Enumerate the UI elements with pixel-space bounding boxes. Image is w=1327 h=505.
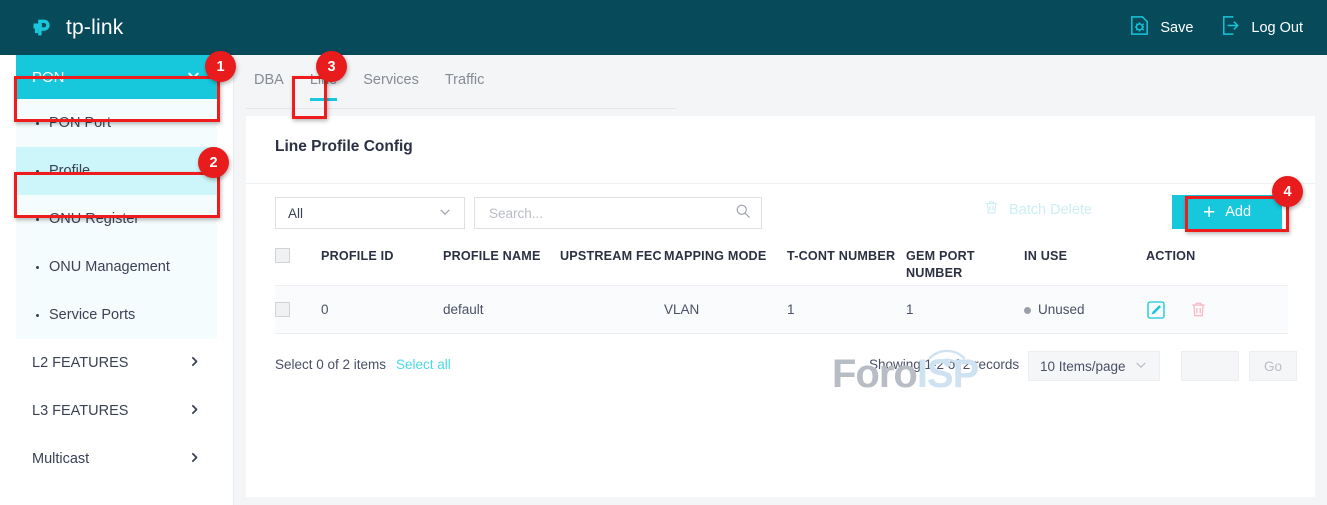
- header-actions: Save Log Out: [1128, 14, 1303, 42]
- page-size-select[interactable]: 10 Items/page: [1028, 351, 1160, 381]
- sidebar-submenu: PON Port Profile ONU Register ONU Manage…: [16, 99, 217, 339]
- column-header-profile-name: PROFILE NAME: [443, 248, 560, 265]
- sidebar-item-label: Profile: [49, 163, 90, 179]
- chevron-down-icon: [438, 205, 452, 222]
- content-card: Line Profile Config All: [246, 116, 1315, 497]
- sidebar-item-label: ONU Management: [49, 259, 170, 275]
- column-header-in-use: IN USE: [1024, 248, 1146, 265]
- app-root: tp-link Save: [0, 0, 1327, 505]
- status-dot-icon: [1024, 307, 1031, 314]
- sidebar-item-onu-management[interactable]: ONU Management: [16, 243, 217, 291]
- chevron-right-icon: [188, 355, 201, 372]
- plus-icon: +: [1203, 202, 1215, 223]
- status-badge: Unused: [1038, 302, 1085, 317]
- go-button[interactable]: Go: [1249, 351, 1297, 381]
- trash-icon: [983, 199, 1000, 220]
- logout-label: Log Out: [1251, 20, 1303, 36]
- bullet-icon: [36, 218, 39, 221]
- cell-in-use: Unused: [1024, 302, 1146, 317]
- table-header-row: PROFILE ID PROFILE NAME UPSTREAM FEC MAP…: [275, 246, 1288, 286]
- edit-pencil-icon[interactable]: [1146, 300, 1166, 320]
- save-label: Save: [1160, 20, 1193, 36]
- column-header-mapping-mode: MAPPING MODE: [664, 248, 787, 265]
- select-all-header: [275, 248, 321, 263]
- select-all-link[interactable]: Select all: [396, 357, 451, 372]
- page-title: Line Profile Config: [275, 138, 413, 156]
- bullet-icon: [36, 170, 39, 173]
- tab-dba[interactable]: DBA: [254, 72, 284, 100]
- sidebar-group-pon[interactable]: PON: [16, 55, 217, 99]
- tab-line[interactable]: Line: [310, 72, 337, 100]
- add-label: Add: [1225, 204, 1251, 220]
- records-showing: Showing 1-2 of 2 records: [869, 357, 1019, 372]
- cell-tcont-number: 1: [787, 302, 906, 317]
- tp-link-logo-icon: [32, 14, 59, 41]
- bullet-icon: [36, 266, 39, 269]
- profile-table: PROFILE ID PROFILE NAME UPSTREAM FEC MAP…: [275, 246, 1288, 334]
- batch-delete-button[interactable]: Batch Delete: [983, 199, 1092, 220]
- sidebar-item-service-ports[interactable]: Service Ports: [16, 291, 217, 339]
- table-toolbar: All: [275, 197, 1288, 231]
- sidebar-nav: PON PON Port Profile ONU Register ONU Ma…: [0, 55, 234, 505]
- cell-mapping-mode: VLAN: [664, 302, 787, 317]
- column-header-gem-port-number: GEM PORT NUMBER: [906, 248, 1024, 282]
- filter-select[interactable]: All: [275, 197, 465, 229]
- select-all-checkbox[interactable]: [275, 248, 290, 263]
- sidebar-item-pon-port[interactable]: PON Port: [16, 99, 217, 147]
- brand-logo[interactable]: tp-link: [32, 14, 123, 41]
- tab-services[interactable]: Services: [363, 72, 419, 100]
- save-button[interactable]: Save: [1128, 14, 1193, 42]
- cell-action: [1146, 300, 1266, 320]
- column-header-profile-id: PROFILE ID: [321, 248, 443, 265]
- page-size-value: 10 Items/page: [1040, 359, 1126, 374]
- search-input[interactable]: [487, 205, 735, 222]
- bullet-icon: [36, 314, 39, 317]
- row-select-cell: [275, 302, 321, 317]
- sidebar-item-multicast[interactable]: Multicast: [16, 435, 217, 483]
- selection-count: Select 0 of 2 items: [275, 357, 386, 372]
- top-header-bar: tp-link Save: [0, 0, 1327, 55]
- table-footer: Select 0 of 2 items Select all Showing 1…: [275, 351, 1288, 383]
- cell-profile-id: 0: [321, 302, 443, 317]
- cell-gem-port-number: 1: [906, 302, 1024, 317]
- sidebar-item-label: L3 FEATURES: [32, 403, 128, 419]
- sidebar-item-label: ONU Register: [49, 211, 139, 227]
- logout-arrow-icon: [1219, 14, 1242, 42]
- save-gear-icon: [1128, 14, 1151, 42]
- sidebar-group-label: PON: [32, 69, 65, 86]
- sidebar-item-label: Multicast: [32, 451, 89, 467]
- table-row[interactable]: 0 default VLAN 1 1 Unused: [275, 286, 1288, 334]
- column-header-upstream-fec: UPSTREAM FEC: [560, 248, 664, 265]
- batch-delete-label: Batch Delete: [1009, 202, 1092, 218]
- brand-name: tp-link: [66, 16, 123, 40]
- add-button[interactable]: + Add: [1172, 195, 1282, 229]
- page-jump-input[interactable]: [1182, 352, 1238, 380]
- sidebar-item-profile[interactable]: Profile: [16, 147, 217, 195]
- sidebar-item-l2-features[interactable]: L2 FEATURES: [16, 339, 217, 387]
- page-jump-field[interactable]: [1181, 351, 1239, 381]
- title-divider: [246, 183, 1315, 184]
- main-content: DBA Line Services Traffic Line Profile C…: [234, 55, 1327, 505]
- bullet-icon: [36, 122, 39, 125]
- search-box[interactable]: [474, 197, 762, 229]
- chevron-right-icon: [188, 403, 201, 420]
- chevron-down-icon: [1134, 358, 1148, 375]
- sidebar-item-label: PON Port: [49, 115, 111, 131]
- delete-trash-icon[interactable]: [1189, 300, 1208, 319]
- cell-profile-name: default: [443, 302, 560, 317]
- filter-select-value: All: [288, 206, 303, 221]
- sidebar-item-label: L2 FEATURES: [32, 355, 128, 371]
- tab-traffic[interactable]: Traffic: [445, 72, 484, 100]
- chevron-right-icon: [188, 451, 201, 468]
- search-icon[interactable]: [735, 203, 751, 224]
- sidebar-item-l3-features[interactable]: L3 FEATURES: [16, 387, 217, 435]
- sidebar-item-label: Service Ports: [49, 307, 135, 323]
- column-header-action: ACTION: [1146, 248, 1266, 265]
- sidebar-item-onu-register[interactable]: ONU Register: [16, 195, 217, 243]
- row-checkbox[interactable]: [275, 302, 290, 317]
- logout-button[interactable]: Log Out: [1219, 14, 1303, 42]
- chevron-down-icon: [186, 68, 201, 87]
- column-header-tcont-number: T-CONT NUMBER: [787, 248, 906, 265]
- tab-bar: DBA Line Services Traffic: [246, 72, 676, 109]
